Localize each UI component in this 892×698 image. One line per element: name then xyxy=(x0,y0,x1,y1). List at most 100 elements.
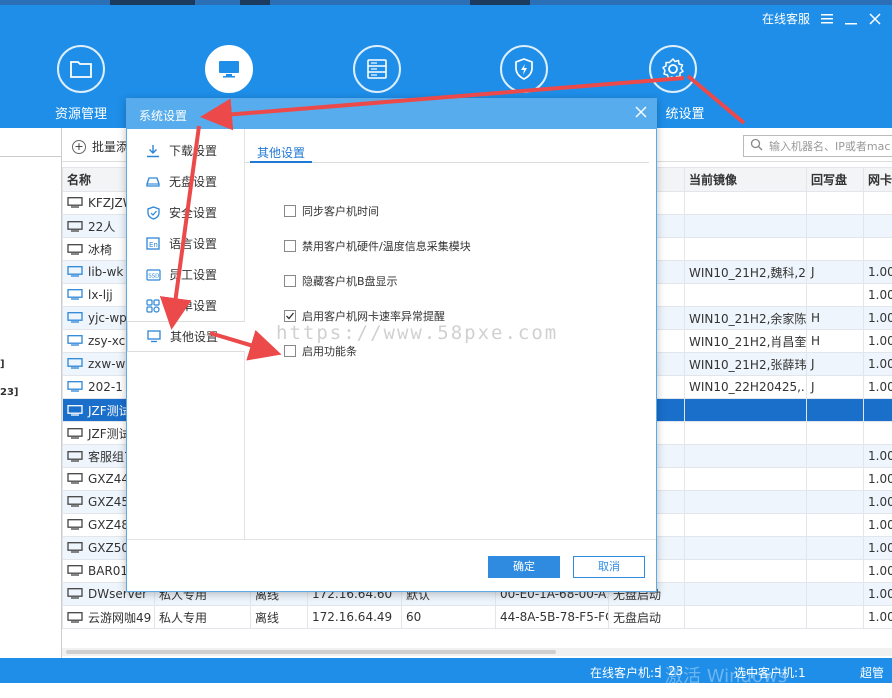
horizontal-scrollbar[interactable] xyxy=(62,648,892,656)
client-name: 22人 xyxy=(88,220,115,234)
table-cell xyxy=(807,192,864,215)
sidebar-item-label: 其他设置 xyxy=(170,328,218,345)
settings-tabs: 其他设置 xyxy=(245,141,649,163)
column-header[interactable]: 回写盘 xyxy=(807,168,864,192)
sidebar-item-diskless[interactable]: 无盘设置 xyxy=(127,166,244,197)
option-label: 同步客户机时间 xyxy=(302,203,379,219)
checkbox[interactable] xyxy=(284,275,296,287)
table-cell xyxy=(685,445,807,468)
table-cell: H xyxy=(807,307,864,330)
cancel-button[interactable]: 取消 xyxy=(573,556,645,578)
computer-icon xyxy=(67,428,83,439)
title-strip xyxy=(0,0,892,5)
column-header[interactable]: 当前镜像 xyxy=(685,168,807,192)
site-watermark: https://www.58pxe.com xyxy=(276,322,558,344)
table-cell xyxy=(685,399,807,422)
table-cell: 1.00 xyxy=(864,491,892,514)
ok-button[interactable]: 确定 xyxy=(488,556,560,578)
computer-icon xyxy=(67,405,83,416)
sidebar-item-menu[interactable]: 菜单设置 xyxy=(127,290,244,321)
computer-icon xyxy=(67,496,83,507)
checkbox[interactable] xyxy=(284,205,296,217)
sidebar-item-security[interactable]: 安全设置 xyxy=(127,197,244,228)
table-cell xyxy=(685,606,807,629)
table-cell: 1.00 xyxy=(864,330,892,353)
menu-icon[interactable] xyxy=(820,12,834,26)
language-icon: En xyxy=(145,237,161,251)
computer-icon xyxy=(67,221,83,232)
table-cell xyxy=(807,491,864,514)
computer-icon xyxy=(67,588,83,599)
sidebar-item-language[interactable]: En 语言设置 xyxy=(127,228,244,259)
sidebar-item-other[interactable]: 其他设置 xyxy=(127,321,245,352)
client-name: 云游网咖49 xyxy=(88,611,151,625)
nav-resource-management[interactable]: 资源管理 xyxy=(36,45,126,122)
system-settings-dialog: 系统设置 下载设置 无盘设置 安全设置 En 语言设置 SSD 员工设置 菜单设… xyxy=(126,98,657,592)
client-name: JZF测试 xyxy=(88,427,131,441)
option-label: 启用功能条 xyxy=(302,343,357,359)
table-cell: WIN10_22H20425,... xyxy=(685,376,807,399)
computer-icon xyxy=(67,565,83,576)
client-name: GXZ44 xyxy=(88,472,129,486)
checkbox[interactable] xyxy=(284,345,296,357)
dialog-close-icon[interactable] xyxy=(634,105,648,119)
table-cell xyxy=(685,560,807,583)
sidebar-item-label: 无盘设置 xyxy=(169,173,217,190)
search-icon xyxy=(750,138,763,154)
search-input[interactable]: 输入机器名、IP或者mac xyxy=(743,135,892,157)
table-cell: 1.00 xyxy=(864,376,892,399)
computer-icon xyxy=(67,612,83,623)
option-hide-b-drive[interactable]: 隐藏客户机B盘显示 xyxy=(284,273,398,289)
option-disable-hw-monitor[interactable]: 禁用客户机硬件/温度信息采集模块 xyxy=(284,238,471,254)
close-icon[interactable] xyxy=(868,12,882,26)
table-cell xyxy=(685,284,807,307)
client-name: 冰椅 xyxy=(88,243,112,257)
sidebar-item-download[interactable]: 下载设置 xyxy=(127,135,244,166)
table-cell xyxy=(807,537,864,560)
nav-security[interactable] xyxy=(479,45,569,93)
batch-add-button[interactable]: + 批量添 xyxy=(72,138,128,155)
table-cell xyxy=(807,560,864,583)
table-cell xyxy=(864,238,892,261)
option-sync-time[interactable]: 同步客户机时间 xyxy=(284,203,379,219)
option-enable-function-bar[interactable]: 启用功能条 xyxy=(284,343,357,359)
client-name: yjc-wp xyxy=(88,311,127,325)
table-cell: 私人专用 xyxy=(155,606,251,629)
table-cell: 离线 xyxy=(251,606,308,629)
column-header[interactable]: 网卡 xyxy=(864,168,892,192)
nav-client-management[interactable] xyxy=(184,45,274,93)
online-service-link[interactable]: 在线客服 xyxy=(762,10,810,27)
client-name: JZF测试 xyxy=(88,404,131,418)
table-cell xyxy=(685,468,807,491)
table-cell: J xyxy=(807,376,864,399)
computer-icon xyxy=(67,244,83,255)
svg-text:SSD: SSD xyxy=(148,273,159,279)
sidebar-item-staff[interactable]: SSD 员工设置 xyxy=(127,259,244,290)
checkbox[interactable] xyxy=(284,240,296,252)
sidebar-item-label: 安全设置 xyxy=(169,204,217,221)
nav-server[interactable] xyxy=(332,45,422,93)
client-name-cell: 云游网咖49 xyxy=(63,606,155,629)
table-cell: J xyxy=(807,353,864,376)
checkbox-checked[interactable] xyxy=(284,310,296,322)
search-placeholder: 输入机器名、IP或者mac xyxy=(769,138,890,154)
settings-sidebar: 下载设置 无盘设置 安全设置 En 语言设置 SSD 员工设置 菜单设置 其他设… xyxy=(127,129,245,539)
client-name: lib-wk xyxy=(88,265,123,279)
minimize-icon[interactable] xyxy=(844,12,858,26)
table-cell xyxy=(685,215,807,238)
menu-grid-icon xyxy=(145,299,161,313)
plus-icon: + xyxy=(72,140,86,154)
sidebar-item-label: 语言设置 xyxy=(169,235,217,252)
table-cell xyxy=(685,238,807,261)
tab-other-settings[interactable]: 其他设置 xyxy=(250,141,312,163)
table-cell xyxy=(807,583,864,606)
ssd-icon: SSD xyxy=(145,268,161,282)
table-cell xyxy=(807,215,864,238)
table-row[interactable]: 云游网咖49私人专用离线172.16.64.496044-8A-5B-78-F5… xyxy=(63,606,892,629)
header-right: 在线客服 xyxy=(762,10,882,27)
table-cell: J xyxy=(807,261,864,284)
table-cell xyxy=(807,606,864,629)
computer-icon xyxy=(67,289,83,300)
gear-icon xyxy=(649,45,697,93)
table-cell: 1.00 xyxy=(864,261,892,284)
